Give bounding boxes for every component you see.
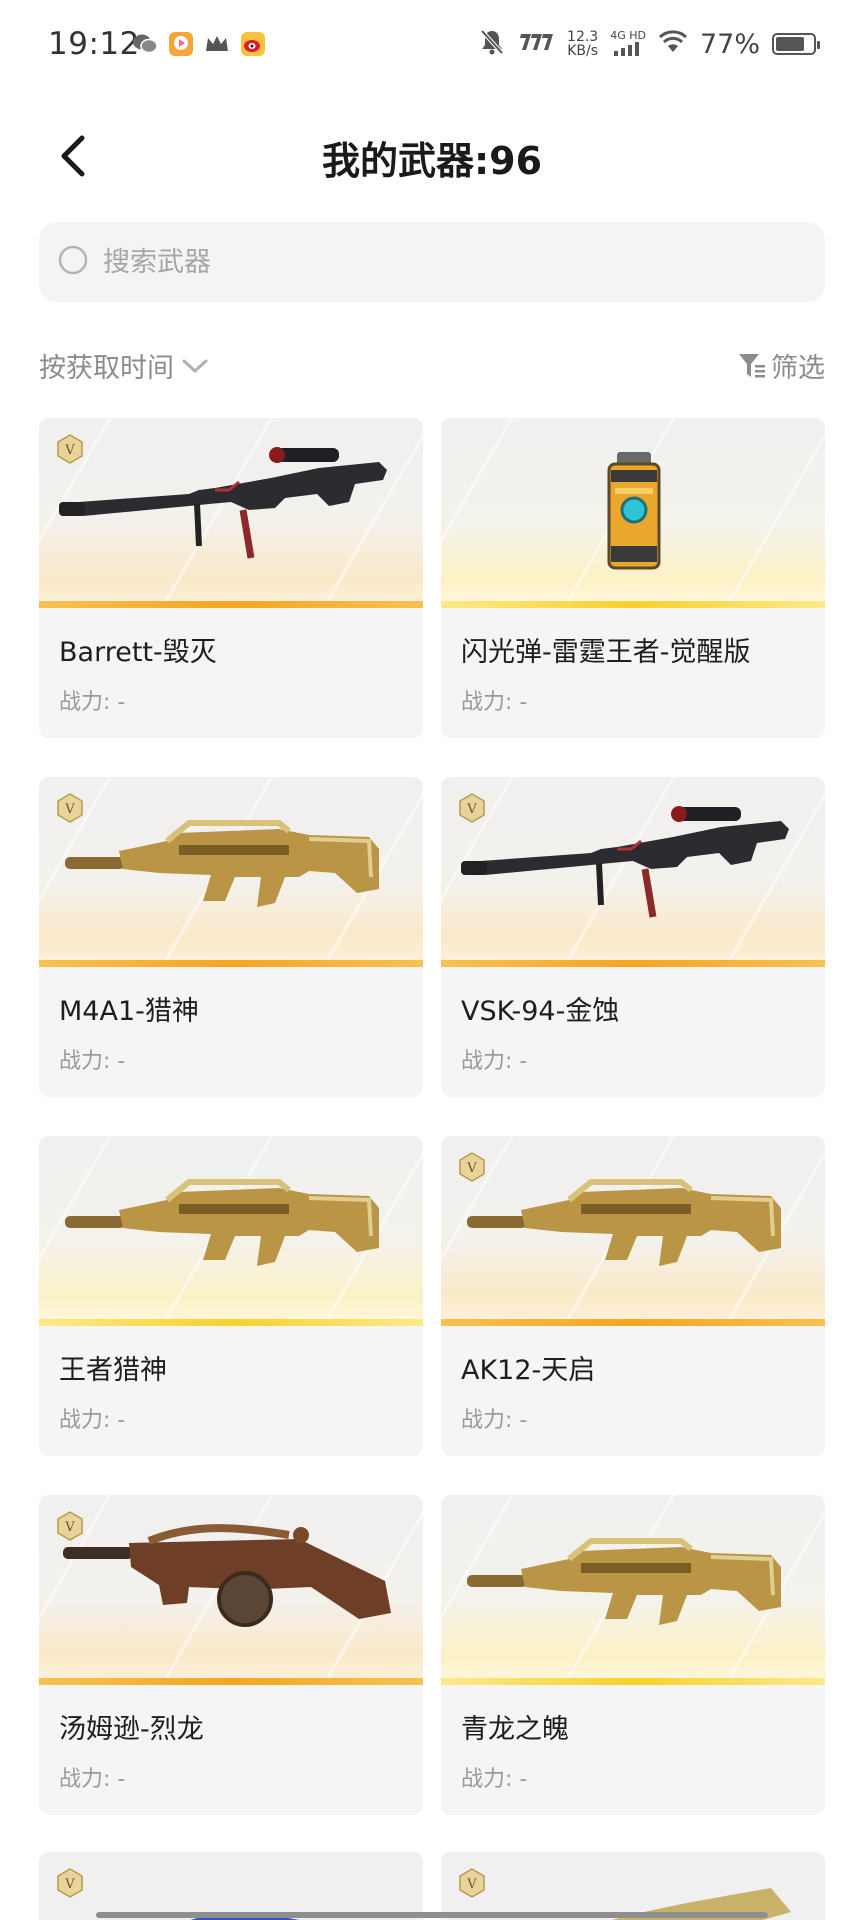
svg-text:V: V [466, 1161, 477, 1176]
weapon-power: 战力: - [461, 1408, 528, 1433]
weapon-card[interactable]: V M4A1-猎神战力: - [39, 777, 423, 1097]
status-time: 19:12 [48, 26, 140, 62]
flash-grenade-icon [607, 452, 661, 570]
rarity-bar [441, 1319, 825, 1326]
weapon-card[interactable]: 王者猎神战力: - [39, 1136, 423, 1456]
weapon-image-panel [441, 418, 825, 608]
search-icon [58, 245, 88, 275]
assault-rifle-icon [65, 820, 379, 907]
weapon-name: 王者猎神 [59, 1355, 167, 1386]
sort-filter-bar: 按获取时间 筛选 [39, 340, 825, 386]
weapon-card[interactable]: V Barrett-毁灭战力: - [39, 418, 423, 738]
video-app-icon [168, 31, 194, 57]
v-badge-icon: V [57, 434, 83, 464]
rarity-bar [39, 1319, 423, 1326]
v-badge-icon: V [57, 793, 83, 823]
filter-button[interactable]: 筛选 [737, 346, 825, 385]
search-input[interactable] [103, 246, 803, 278]
network-type: 4G HD [610, 28, 646, 42]
v-badge-icon: V [459, 1152, 485, 1182]
weapon-grid: V Barrett-毁灭 战力: - 闪光弹-雷霆王者-觉醒版 战力: - V M4A1-猎… [39, 418, 825, 1815]
weapon-card-partial-right[interactable]: V [441, 1852, 825, 1920]
svg-text:V: V [64, 1877, 75, 1892]
weapon-image-panel: V [39, 418, 423, 608]
status-right: 12.3 KB/s 4G HD 77% [479, 28, 820, 60]
weapon-name: M4A1-猎神 [59, 996, 199, 1027]
v-badge-icon: V [459, 793, 485, 823]
sort-label: 按获取时间 [39, 353, 174, 384]
weapon-card-partial-left[interactable]: V [39, 1852, 423, 1920]
battery-percent: 77% [699, 28, 760, 60]
weapon-image-panel [441, 1495, 825, 1685]
weapon-name: AK12-天启 [461, 1355, 596, 1386]
home-indicator[interactable] [96, 1912, 768, 1918]
svg-text:V: V [466, 802, 477, 817]
wechat-icon [132, 31, 158, 57]
v-badge-icon: V [459, 1868, 485, 1898]
weapon-image-panel: V [39, 1495, 423, 1685]
weapon-power: 战力: - [461, 1049, 528, 1074]
svg-text:V: V [64, 1520, 75, 1535]
crown-app-icon [204, 31, 230, 57]
search-bar[interactable] [39, 222, 825, 302]
assault-rifle-icon [65, 1179, 379, 1266]
sniper-rifle-icon [461, 806, 789, 918]
page-header: 我的武器:96 [0, 118, 864, 198]
v-badge-icon: V [57, 1868, 83, 1898]
rarity-bar [441, 960, 825, 967]
signal-indicator: 4G HD [610, 28, 646, 59]
chevron-down-icon [182, 359, 208, 373]
network-speed: 12.3 KB/s [567, 30, 598, 58]
weapon-image-panel [39, 1136, 423, 1326]
svg-text:V: V [466, 1877, 477, 1892]
rarity-bar [39, 960, 423, 967]
weapon-power: 战力: - [59, 1408, 126, 1433]
rarity-bar [39, 1678, 423, 1685]
mute-icon [479, 28, 505, 60]
weapon-image-panel: V [441, 1136, 825, 1326]
weapon-power: 战力: - [59, 690, 126, 715]
filter-icon [739, 353, 765, 377]
notification-icons [132, 31, 266, 57]
battery-icon [772, 33, 820, 55]
sort-dropdown[interactable]: 按获取时间 [39, 346, 210, 385]
signal-bars-icon [614, 41, 640, 56]
page-title: 我的武器:96 [321, 139, 543, 183]
weapon-power: 战力: - [59, 1767, 126, 1792]
svg-text:V: V [64, 443, 75, 458]
weapon-card[interactable]: V VSK-94-金蚀战力: - [441, 777, 825, 1097]
network-speed-unit: KB/s [567, 43, 599, 59]
weapon-name: VSK-94-金蚀 [461, 996, 620, 1027]
weapon-power: 战力: - [59, 1049, 126, 1074]
wifi-icon [658, 30, 688, 58]
network-speed-value: 12.3 [567, 29, 599, 45]
weapon-image-panel: V [441, 777, 825, 967]
weapon-card[interactable]: 青龙之魄战力: - [441, 1495, 825, 1815]
status-bar: 19:12 12.3 KB/s 4G HD 77% [0, 0, 864, 92]
assault-rifle-icon [467, 1538, 781, 1625]
weapon-name: 青龙之魄 [461, 1714, 569, 1745]
svg-text:V: V [64, 802, 75, 817]
assault-rifle-icon [467, 1179, 781, 1266]
weapon-name: 闪光弹-雷霆王者-觉醒版 [461, 637, 751, 668]
submachine-gun-icon [63, 1524, 391, 1627]
weibo-icon [240, 31, 266, 57]
weapon-power: 战力: - [461, 690, 528, 715]
weapon-image-panel: V [39, 777, 423, 967]
v-badge-icon: V [57, 1511, 83, 1541]
rarity-bar [441, 601, 825, 608]
volte-icon [517, 32, 555, 56]
weapon-card[interactable]: V 汤姆逊-烈龙战力: - [39, 1495, 423, 1815]
weapon-power: 战力: - [461, 1767, 528, 1792]
filter-label: 筛选 [771, 353, 825, 384]
weapon-card[interactable]: V AK12-天启战力: - [441, 1136, 825, 1456]
sniper-rifle-icon [59, 447, 387, 559]
weapon-card[interactable]: 闪光弹-雷霆王者-觉醒版战力: - [441, 418, 825, 738]
weapon-name: Barrett-毁灭 [59, 637, 217, 668]
rarity-bar [441, 1678, 825, 1685]
weapon-name: 汤姆逊-烈龙 [59, 1714, 204, 1745]
rarity-bar [39, 601, 423, 608]
